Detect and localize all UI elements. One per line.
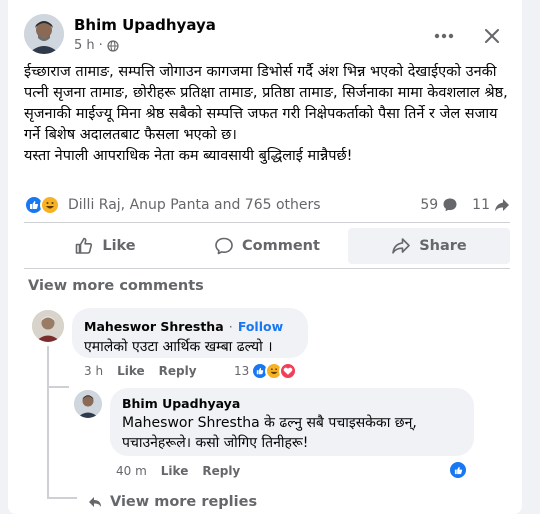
reply-reactions[interactable] (448, 460, 468, 480)
post-meta: 5 h · (74, 38, 119, 53)
comment-count[interactable]: 59 (420, 197, 458, 213)
close-button[interactable] (474, 18, 510, 54)
haha-reaction-icon (40, 195, 60, 215)
thread-branch (47, 386, 69, 388)
share-arrow-icon (495, 199, 509, 212)
like-thumb-icon (76, 237, 93, 254)
author-name[interactable]: Bhim Upadhyaya (74, 16, 216, 34)
reply-meta: 40 m Like Reply (116, 464, 240, 478)
action-bar: Like Comment Share (24, 228, 510, 264)
comment-text: एमालेको एउटा आर्थिक खम्बा ढल्यो । (84, 339, 273, 355)
more-options-button[interactable] (426, 18, 462, 54)
comment-bubble-icon (443, 198, 457, 212)
author-avatar[interactable] (24, 14, 64, 54)
thread-line (47, 346, 49, 386)
reply-text: Maheswor Shrestha के ढल्नु सबै पचाइसकेका… (122, 415, 422, 451)
thread-line-lower (47, 388, 49, 498)
comment-reaction-count: 13 (234, 364, 250, 378)
commenter-avatar[interactable] (32, 310, 64, 342)
share-count[interactable]: 11 (472, 197, 510, 213)
divider-top (24, 222, 510, 223)
comment-reply-button[interactable]: Reply (159, 364, 197, 378)
view-more-replies-link[interactable]: View more replies (88, 494, 257, 510)
reactions-summary: Dilli Raj, Anup Panta and 765 others 59 … (24, 192, 510, 218)
like-label: Like (102, 238, 136, 254)
reply-reply-button[interactable]: Reply (202, 464, 240, 478)
globe-icon (107, 39, 119, 52)
comment-meta: 3 h Like Reply (84, 364, 197, 378)
view-more-replies-label: View more replies (110, 494, 258, 510)
comment-reactions[interactable]: 13 (234, 362, 298, 380)
reply-avatar[interactable] (74, 390, 102, 418)
post-text: ईच्छाराज तामाङ, सम्पत्ति जोगाउन कागजमा ड… (24, 64, 508, 164)
share-label: Share (419, 238, 467, 254)
comment-count-value: 59 (420, 197, 439, 213)
comment-bubble: Maheswor Shrestha · Follow एमालेको एउटा … (72, 308, 308, 358)
reply-like-mini-icon (448, 460, 468, 480)
reply-bubble: Bhim Upadhyaya Maheswor Shrestha के ढल्न… (110, 388, 474, 456)
reply-arrow-icon (89, 497, 101, 507)
thread-branch-lower (47, 497, 77, 499)
follow-button[interactable]: Follow (238, 319, 283, 334)
share-count-value: 11 (472, 197, 490, 213)
comment-header: Maheswor Shrestha · Follow (84, 316, 296, 335)
engagement-counts: 59 11 (420, 197, 510, 213)
comment-button[interactable]: Comment (186, 228, 348, 264)
comment-separator: · (228, 319, 233, 334)
share-button[interactable]: Share (348, 228, 510, 264)
divider-bottom (24, 268, 510, 269)
comment-icon (215, 237, 233, 255)
reply-like-button[interactable]: Like (161, 464, 189, 478)
post-time[interactable]: 5 h (74, 38, 95, 53)
comment-time[interactable]: 3 h (84, 364, 103, 378)
reply-time[interactable]: 40 m (116, 464, 147, 478)
like-button[interactable]: Like (24, 228, 186, 264)
comment-label: Comment (242, 238, 320, 254)
reply-author[interactable]: Bhim Upadhyaya (122, 396, 462, 411)
comment-author[interactable]: Maheswor Shrestha (84, 319, 224, 334)
close-icon (485, 29, 499, 43)
view-more-comments-link[interactable]: View more comments (28, 278, 204, 294)
comment-like-button[interactable]: Like (117, 364, 145, 378)
reactors-text[interactable]: Dilli Raj, Anup Panta and 765 others (68, 197, 321, 213)
reaction-icons[interactable] (24, 195, 60, 215)
love-mini-icon (279, 362, 298, 380)
more-dots-icon (434, 33, 454, 39)
post-header: Bhim Upadhyaya 5 h · (8, 12, 522, 60)
share-icon (392, 238, 411, 254)
post-card: Bhim Upadhyaya 5 h · ईच्छाराज तामाङ, सम्… (8, 0, 522, 514)
